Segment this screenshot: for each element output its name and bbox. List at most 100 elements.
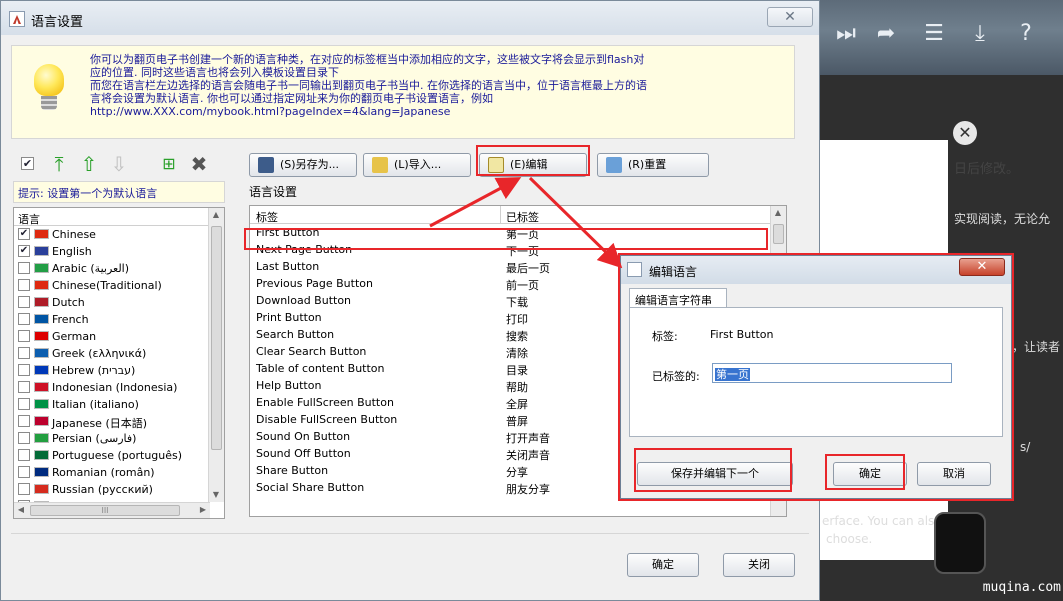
save-as-button[interactable]: (S)另存为... [249,153,357,177]
flag-icon [34,348,49,358]
row-value: 最后一页 [506,262,550,275]
import-button[interactable]: (L)导入... [363,153,471,177]
save-as-label: (S)另存为... [280,158,340,171]
language-name: Chinese [52,228,96,241]
language-checkbox[interactable] [18,313,30,325]
language-item[interactable]: Italian (italiano) [14,396,210,413]
language-item[interactable]: Hebrew (עברית) [14,362,210,379]
background-text: 日后修改。 [954,162,1020,177]
close-icon[interactable]: ✕ [767,7,813,27]
window-title: 语言设置 [31,15,84,30]
scroll-up-icon[interactable]: ▲ [771,206,785,220]
scroll-right-icon[interactable]: ▶ [196,503,210,517]
language-name: Persian (فارسی) [52,432,137,445]
row-value: 打印 [506,313,528,326]
language-item[interactable]: ✔ Chinese [14,226,210,243]
move-down-icon[interactable]: ⇩ [107,152,131,176]
flag-icon [34,399,49,409]
language-checkbox[interactable] [18,279,30,291]
column-divider[interactable] [500,206,501,224]
annotation-ok-box [825,454,905,490]
move-top-icon[interactable]: ⤒ [47,152,71,176]
scroll-down-icon[interactable]: ▼ [209,488,223,502]
language-checkbox[interactable]: ✔ [18,245,30,257]
language-item[interactable]: Persian (فارسی) [14,430,210,447]
background-close-icon[interactable]: ✕ [953,121,977,145]
language-list-vscroll-thumb[interactable] [211,226,222,450]
info-box: 你可以为翻页电子书创建一个新的语言种类，在对应的标签框当中添加相应的文字，这些被… [11,45,795,139]
language-item[interactable]: Japanese (日本語) [14,413,210,430]
help-icon[interactable]: ? [1014,22,1038,46]
reset-icon [606,157,622,173]
close-button[interactable]: 关闭 [723,553,795,577]
language-list-panel: ✔ ⤒ ⇧ ⇩ ⊞ ✖ 提示: 设置第一个为默认语言 语言 ✔ Chinese ✔ E… [11,147,227,527]
row-label: Clear Search Button [256,345,367,358]
row-value: 下载 [506,296,528,309]
app-icon [9,11,25,27]
row-value: 清除 [506,347,528,360]
language-item[interactable]: German [14,328,210,345]
background-text: 实现阅读，无论允 [954,212,1051,226]
language-name: Romanian (român) [52,466,155,479]
background-button[interactable] [934,512,986,574]
language-checkbox[interactable] [18,398,30,410]
language-name: Hebrew (עברית) [52,364,136,377]
language-item[interactable]: Indonesian (Indonesia) [14,379,210,396]
annotation-edit-button-box [476,145,590,176]
language-name: Arabic (العربية) [52,262,130,275]
ok-button[interactable]: 确定 [627,553,699,577]
language-list-hscrollbar[interactable]: ◀ III ▶ [14,502,210,518]
language-name: Russian (русский) [52,483,153,496]
language-checkbox[interactable] [18,364,30,376]
language-checkbox[interactable] [18,262,30,274]
last-page-icon[interactable]: ⏭ [834,22,858,46]
move-up-icon[interactable]: ⇧ [77,152,101,176]
language-item[interactable]: Greek (ελληνικά) [14,345,210,362]
language-item[interactable]: French [14,311,210,328]
language-item[interactable]: Portuguese (português) [14,447,210,464]
select-all-checkbox[interactable]: ✔ [21,157,34,170]
flag-icon [34,229,49,239]
info-line: 而您在语言栏左边选择的语言会随电子书一同输出到翻页电子书当中. 在你选择的语言当… [90,79,647,92]
table-vscroll-thumb[interactable] [773,224,784,244]
add-language-icon[interactable]: ⊞ [157,152,181,176]
scroll-up-icon[interactable]: ▲ [209,208,223,222]
title-bar: 语言设置 ✕ [1,1,819,35]
language-item[interactable]: Arabic (العربية) [14,260,210,277]
row-value: 前一页 [506,279,539,292]
language-checkbox[interactable] [18,330,30,342]
row-label: Help Button [256,379,322,392]
language-checkbox[interactable] [18,449,30,461]
language-checkbox[interactable] [18,381,30,393]
language-checkbox[interactable] [18,483,30,495]
share-icon[interactable]: ➦ [874,22,898,46]
download-icon[interactable]: ⤓ [968,22,992,46]
language-checkbox[interactable] [18,296,30,308]
row-label: Share Button [256,464,329,477]
row-label: Previous Page Button [256,277,373,290]
language-item[interactable]: Romanian (român) [14,464,210,481]
language-item[interactable]: Chinese(Traditional) [14,277,210,294]
reset-label: (R)重置 [628,158,667,171]
delete-language-icon[interactable]: ✖ [187,152,211,176]
language-list-vscrollbar[interactable]: ▲ ▼ [208,208,224,502]
column-header-label[interactable]: 标签 [256,209,278,225]
language-checkbox[interactable] [18,432,30,444]
row-value: 朋友分享 [506,483,550,496]
language-item[interactable]: ✔ English [14,243,210,260]
language-checkbox[interactable] [18,347,30,359]
column-header-tagged[interactable]: 已标签 [506,209,539,225]
language-list-header[interactable]: 语言 [14,208,210,226]
list-icon[interactable]: ☰ [922,22,946,46]
language-item[interactable]: Russian (русский) [14,481,210,498]
language-checkbox[interactable] [18,466,30,478]
reset-button[interactable]: (R)重置 [597,153,709,177]
language-checkbox[interactable] [18,415,30,427]
language-toolbar: ✔ ⤒ ⇧ ⇩ ⊞ ✖ [11,147,227,181]
default-language-hint: 提示: 设置第一个为默认语言 [13,181,225,203]
language-list[interactable]: 语言 ✔ Chinese ✔ English Arabic (العربية) Chine… [13,207,225,519]
language-item[interactable]: Dutch [14,294,210,311]
language-list-hscroll-thumb[interactable]: III [30,505,180,516]
scroll-left-icon[interactable]: ◀ [14,503,28,517]
language-checkbox[interactable]: ✔ [18,228,30,240]
